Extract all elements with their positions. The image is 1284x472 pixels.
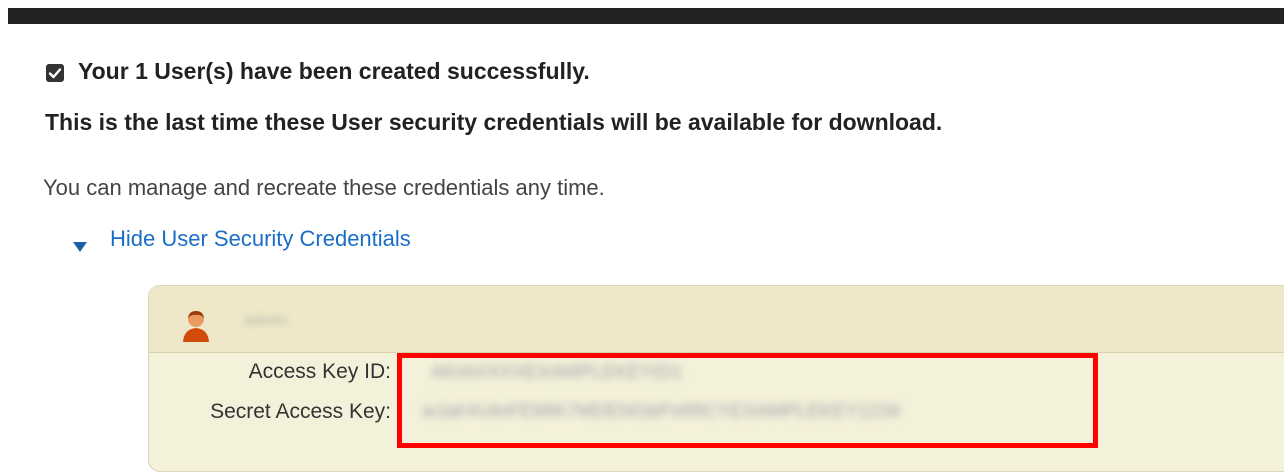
- secret-access-key-label: Secret Access Key:: [210, 400, 391, 423]
- last-time-warning: This is the last time these User securit…: [45, 109, 943, 135]
- success-message: Your 1 User(s) have been created success…: [45, 58, 590, 85]
- hide-credentials-toggle[interactable]: Hide User Security Credentials: [72, 226, 411, 252]
- user-icon: [181, 309, 211, 343]
- access-key-id-label: Access Key ID:: [248, 360, 391, 383]
- username: admin: [244, 312, 288, 329]
- credentials-card: admin Access Key ID: AKIAXXXXEXAMPLEKEYI…: [148, 285, 1284, 472]
- manage-info: You can manage and recreate these creden…: [43, 175, 605, 200]
- checkbox-checked-icon: [45, 62, 65, 82]
- triangle-down-icon: [72, 233, 88, 252]
- secret-access-key-value[interactable]: wJalrXUtnFEMIK7MDENGbPxRfiCYEXAMPLEKEY12…: [422, 401, 900, 423]
- credentials-card-header: admin: [149, 286, 1284, 353]
- top-bar: [0, 0, 1284, 24]
- hide-credentials-label[interactable]: Hide User Security Credentials: [110, 226, 411, 252]
- access-key-id-value[interactable]: AKIAXXXXEXAMPLEKEYID1: [431, 362, 682, 384]
- success-text: Your 1 User(s) have been created success…: [78, 58, 590, 84]
- top-dark-band: [8, 8, 1284, 24]
